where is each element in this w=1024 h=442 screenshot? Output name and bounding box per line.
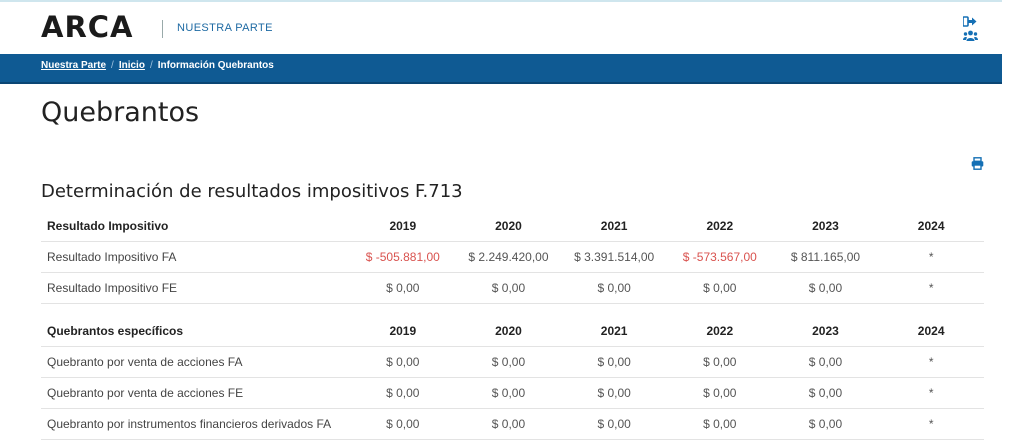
print-icon[interactable] bbox=[971, 157, 985, 171]
column-header: 2024 bbox=[878, 316, 984, 347]
column-header: 2020 bbox=[455, 316, 562, 347]
breadcrumb: Nuestra Parte / Inicio / Información Quebran… bbox=[41, 60, 274, 71]
table-cell: $ 0,00 bbox=[772, 346, 879, 378]
page-right-margin bbox=[1002, 0, 1024, 442]
table-cell: * bbox=[878, 272, 984, 304]
breadcrumb-inicio[interactable]: Inicio bbox=[119, 60, 145, 71]
column-header: 2022 bbox=[666, 316, 773, 347]
table-cell: $ 3.391.514,00 bbox=[561, 241, 667, 273]
quebrantos-especificos-table: Quebrantos específicos 2019 2020 2021 20… bbox=[41, 316, 984, 440]
column-header: 2023 bbox=[772, 316, 879, 347]
row-label: Resultado Impositivo FA bbox=[41, 241, 350, 273]
column-header: Resultado Impositivo bbox=[41, 211, 350, 242]
table-cell: $ 0,00 bbox=[455, 346, 562, 378]
table-cell: $ 811.165,00 bbox=[772, 241, 879, 273]
table-row: Quebranto por instrumentos financieros d… bbox=[41, 408, 984, 440]
table-cell: * bbox=[878, 377, 984, 409]
table-row: Resultado Impositivo FE $ 0,00 $ 0,00 $ … bbox=[41, 272, 984, 304]
breadcrumb-bar: Nuestra Parte / Inicio / Información Quebran… bbox=[0, 54, 1002, 84]
table-cell: $ 0,00 bbox=[349, 346, 456, 378]
column-header: Quebrantos específicos bbox=[41, 316, 350, 347]
table-cell: $ -573.567,00 bbox=[666, 241, 773, 273]
table-cell: $ 0,00 bbox=[666, 272, 773, 304]
table-row: Resultado Impositivo FA $ -505.881,00 $ … bbox=[41, 241, 984, 273]
column-header: 2021 bbox=[561, 316, 667, 347]
column-header: 2021 bbox=[561, 211, 667, 242]
app-header: ARCA NUESTRA PARTE bbox=[0, 2, 1002, 54]
table-cell: * bbox=[878, 241, 984, 273]
logout-icon[interactable] bbox=[962, 14, 979, 27]
table-cell: $ 0,00 bbox=[772, 408, 879, 440]
table-cell: * bbox=[878, 346, 984, 378]
logo-divider bbox=[162, 20, 163, 38]
table-row: Quebranto por venta de acciones FE $ 0,0… bbox=[41, 377, 984, 409]
table-cell: $ 0,00 bbox=[455, 377, 562, 409]
row-label: Quebranto por venta de acciones FE bbox=[41, 377, 350, 409]
table-cell: $ -505.881,00 bbox=[349, 241, 456, 273]
arca-logo[interactable]: ARCA bbox=[41, 10, 134, 44]
row-label: Resultado Impositivo FE bbox=[41, 272, 350, 304]
table-header-row: Resultado Impositivo 2019 2020 2021 2022… bbox=[41, 211, 984, 242]
users-icon[interactable] bbox=[963, 28, 979, 41]
table-cell: * bbox=[878, 408, 984, 440]
column-header: 2020 bbox=[455, 211, 562, 242]
table-cell: $ 0,00 bbox=[455, 408, 562, 440]
table-cell: $ 0,00 bbox=[349, 377, 456, 409]
table-cell: $ 0,00 bbox=[666, 346, 773, 378]
table-cell: $ 0,00 bbox=[666, 408, 773, 440]
table-cell: $ 0,00 bbox=[772, 272, 879, 304]
table-cell: $ 0,00 bbox=[455, 272, 562, 304]
row-label: Quebranto por venta de acciones FA bbox=[41, 346, 350, 378]
table-cell: $ 0,00 bbox=[772, 377, 879, 409]
section-title: Determinación de resultados impositivos … bbox=[41, 181, 463, 202]
table-cell: $ 0,00 bbox=[561, 272, 667, 304]
table-cell: $ 2.249.420,00 bbox=[455, 241, 562, 273]
column-header: 2019 bbox=[349, 211, 456, 242]
column-header: 2022 bbox=[666, 211, 773, 242]
table-cell: $ 0,00 bbox=[349, 408, 456, 440]
breadcrumb-nuestra-parte[interactable]: Nuestra Parte bbox=[41, 60, 106, 71]
table-header-row: Quebrantos específicos 2019 2020 2021 20… bbox=[41, 316, 984, 347]
table-cell: $ 0,00 bbox=[666, 377, 773, 409]
table-cell: $ 0,00 bbox=[561, 377, 667, 409]
table-cell: $ 0,00 bbox=[349, 272, 456, 304]
resultado-impositivo-table: Resultado Impositivo 2019 2020 2021 2022… bbox=[41, 211, 984, 304]
app-name[interactable]: NUESTRA PARTE bbox=[177, 22, 273, 34]
column-header: 2024 bbox=[878, 211, 984, 242]
table-cell: $ 0,00 bbox=[561, 346, 667, 378]
column-header: 2023 bbox=[772, 211, 879, 242]
row-label: Quebranto por instrumentos financieros d… bbox=[41, 408, 350, 440]
table-cell: $ 0,00 bbox=[561, 408, 667, 440]
table-row: Quebranto por venta de acciones FA $ 0,0… bbox=[41, 346, 984, 378]
column-header: 2019 bbox=[349, 316, 456, 347]
page-title: Quebrantos bbox=[41, 97, 200, 128]
breadcrumb-current: Información Quebrantos bbox=[157, 60, 274, 71]
